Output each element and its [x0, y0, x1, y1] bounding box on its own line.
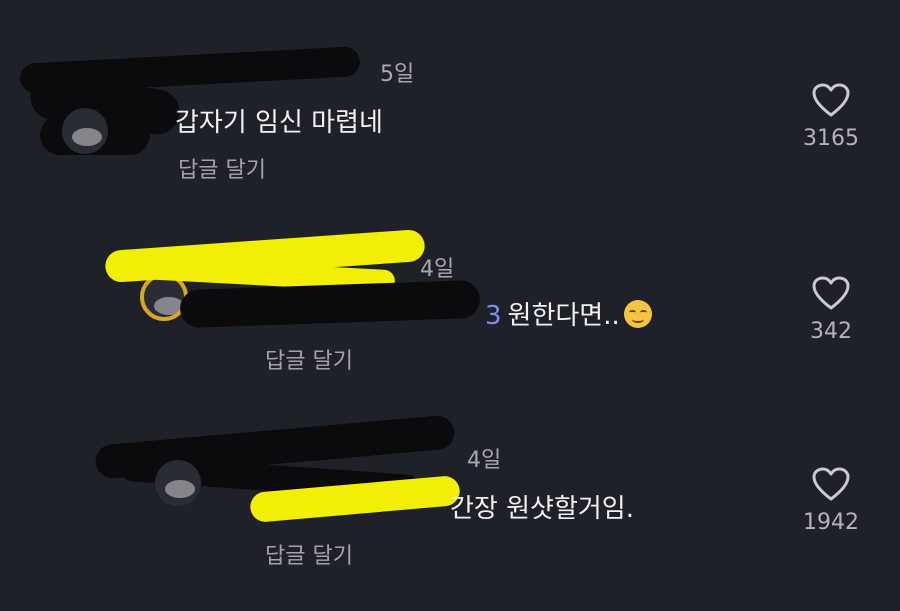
reply-button[interactable]: 답글 달기 — [178, 152, 266, 184]
like-button[interactable]: 342 — [795, 275, 867, 344]
like-count: 3165 — [803, 126, 859, 151]
like-button[interactable]: 1942 — [795, 466, 867, 535]
heart-icon — [812, 467, 850, 501]
avatar[interactable] — [62, 108, 108, 154]
comment-time: 4일 — [467, 448, 502, 473]
like-button[interactable]: 3165 — [795, 82, 867, 151]
heart-icon — [812, 83, 850, 117]
comment-time: 5일 — [380, 62, 415, 87]
mention-link[interactable]: 3 — [485, 301, 502, 331]
avatar[interactable] — [155, 460, 201, 506]
comment-body: 갑자기 임신 마렵네 — [175, 108, 383, 138]
reply-button[interactable]: 답글 달기 — [265, 343, 353, 375]
redaction-scribble — [179, 279, 481, 329]
reply-button[interactable]: 답글 달기 — [265, 538, 353, 570]
comment-text: 3 원한다면.. — [485, 295, 652, 332]
smirk-face-icon — [623, 300, 652, 328]
comment-text: 갑자기 임신 마렵네 — [175, 102, 383, 139]
heart-icon — [812, 276, 850, 310]
comment-time: 4일 — [420, 257, 455, 282]
comment-body: 간장 원샷할거임. — [450, 494, 634, 524]
comment-text: 간장 원샷할거임. — [450, 488, 634, 525]
like-count: 1942 — [803, 510, 859, 535]
comment-body: 원한다면.. — [507, 301, 620, 331]
like-count: 342 — [810, 319, 852, 344]
